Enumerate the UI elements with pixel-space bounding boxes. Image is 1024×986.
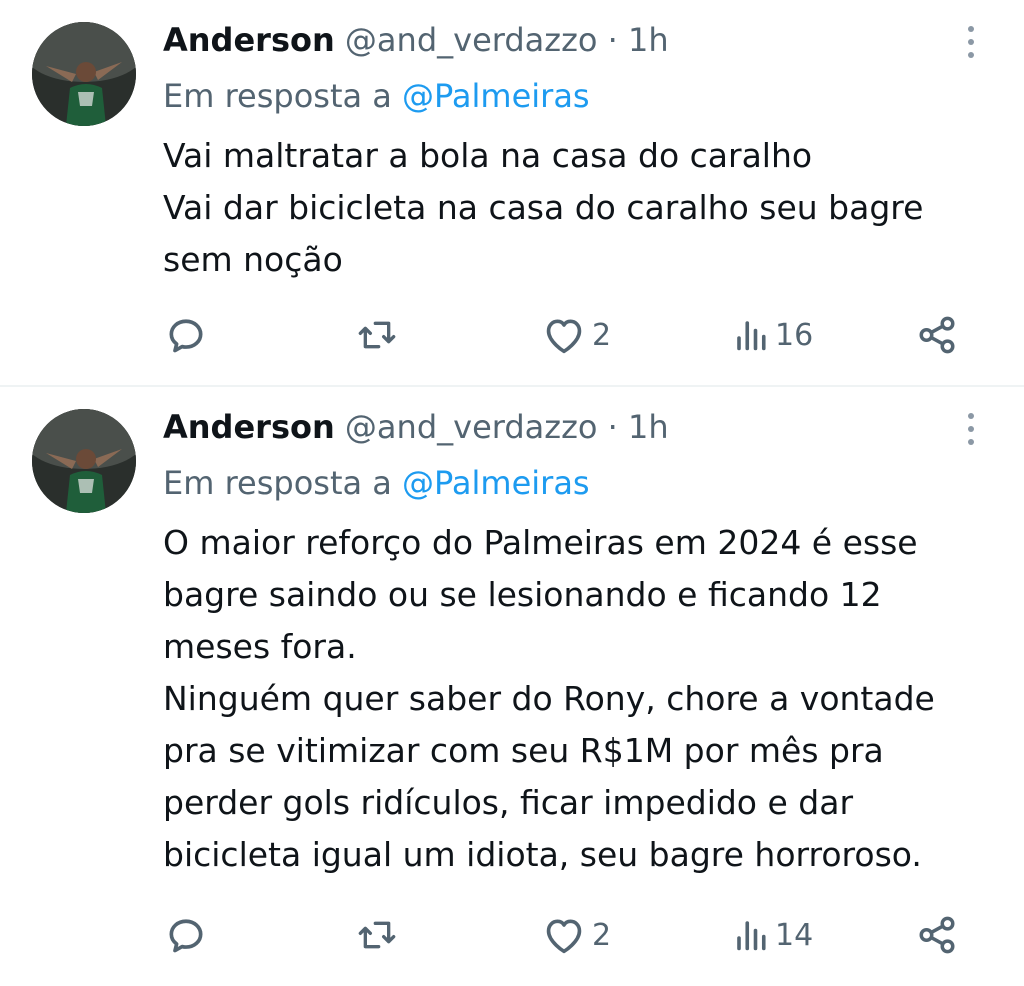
reply-button[interactable] <box>164 310 208 360</box>
more-options-icon[interactable] <box>956 409 986 449</box>
tweet-text-line: Vai maltratar a bola na casa do caralho <box>163 136 813 175</box>
tweet-text-line: bicicleta igual um idiota, seu bagre hor… <box>163 835 922 874</box>
action-bar: 2 14 <box>0 910 1024 960</box>
retweet-button[interactable] <box>354 910 400 960</box>
share-icon <box>919 916 955 954</box>
tweet-header: Anderson @and_verdazzo · 1h <box>163 16 669 64</box>
reply-context: Em resposta a @Palmeiras <box>163 72 590 120</box>
heart-icon <box>546 319 582 354</box>
tweet[interactable]: Anderson @and_verdazzo · 1h Em resposta … <box>0 0 1024 385</box>
like-button[interactable]: 2 <box>542 310 611 360</box>
reply-context: Em resposta a @Palmeiras <box>163 459 590 507</box>
reply-prefix: Em resposta a <box>163 77 392 115</box>
views-button[interactable]: 14 <box>733 910 813 960</box>
share-button[interactable] <box>916 310 958 360</box>
tweet-text-line: pra se vitimizar com seu R$1M por mês pr… <box>163 731 884 770</box>
tweet-text: O maior reforço do Palmeiras em 2024 é e… <box>163 517 935 881</box>
retweet-icon <box>358 921 396 949</box>
reply-prefix: Em resposta a <box>163 464 392 502</box>
share-button[interactable] <box>916 910 958 960</box>
separator: · <box>607 408 618 446</box>
views-icon <box>737 321 766 351</box>
avatar-image <box>32 22 136 126</box>
tweet-text-line: sem noção <box>163 240 343 279</box>
reply-icon <box>169 919 203 953</box>
author-name[interactable]: Anderson <box>163 408 335 446</box>
heart-icon <box>546 919 582 954</box>
like-count: 2 <box>592 317 612 353</box>
reply-button[interactable] <box>164 910 208 960</box>
like-button[interactable]: 2 <box>542 910 611 960</box>
avatar-image <box>32 409 136 513</box>
tweet-text-line: perder gols ridículos, ficar impedido e … <box>163 783 854 822</box>
timestamp[interactable]: 1h <box>628 21 669 59</box>
views-count: 16 <box>775 317 814 353</box>
tweet-text-line: Ninguém quer saber do Rony, chore a vont… <box>163 679 935 718</box>
reply-icon <box>169 319 203 353</box>
author-name[interactable]: Anderson <box>163 21 335 59</box>
retweet-icon <box>358 321 396 349</box>
timestamp[interactable]: 1h <box>628 408 669 446</box>
tweet-text-line: O maior reforço do Palmeiras em 2024 é e… <box>163 523 918 562</box>
tweet-text-line: Vai dar bicicleta na casa do caralho seu… <box>163 188 924 227</box>
more-options-icon[interactable] <box>956 22 986 62</box>
like-count: 2 <box>592 917 612 953</box>
author-handle[interactable]: @and_verdazzo <box>345 21 598 59</box>
tweet-header: Anderson @and_verdazzo · 1h <box>163 403 669 451</box>
reply-mention-link[interactable]: @Palmeiras <box>402 77 590 115</box>
action-bar: 2 16 <box>0 310 1024 360</box>
author-handle[interactable]: @and_verdazzo <box>345 408 598 446</box>
views-button[interactable]: 16 <box>733 310 813 360</box>
share-icon <box>919 316 955 354</box>
tweet[interactable]: Anderson @and_verdazzo · 1h Em resposta … <box>0 387 1024 986</box>
tweet-text: Vai maltratar a bola na casa do caralho … <box>163 130 923 286</box>
views-icon <box>737 921 766 951</box>
reply-mention-link[interactable]: @Palmeiras <box>402 464 590 502</box>
views-count: 14 <box>775 917 814 953</box>
avatar[interactable] <box>32 22 136 126</box>
retweet-button[interactable] <box>354 310 400 360</box>
tweet-text-line: meses fora. <box>163 627 357 666</box>
tweet-text-line: bagre saindo ou se lesionando e ficando … <box>163 575 882 614</box>
separator: · <box>607 21 618 59</box>
avatar[interactable] <box>32 409 136 513</box>
